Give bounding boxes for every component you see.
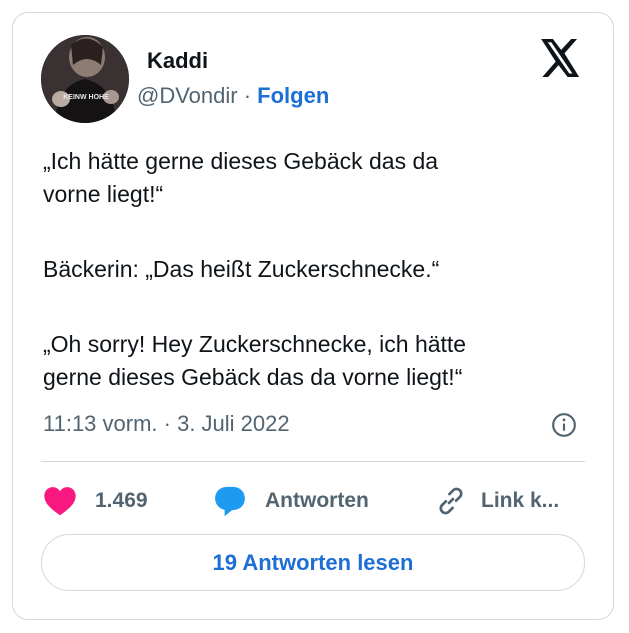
- x-logo-icon[interactable]: [541, 39, 581, 77]
- like-button[interactable]: 1.469: [43, 481, 148, 521]
- divider: [41, 461, 585, 462]
- reply-button[interactable]: Antworten: [213, 481, 369, 521]
- author-handle[interactable]: @DVondir: [137, 83, 238, 108]
- info-icon[interactable]: [551, 412, 577, 438]
- tweet-card: KEINW HOHE Kaddi @DVondir · Folgen „Ich …: [12, 12, 614, 620]
- author-handle-row: @DVondir · Folgen: [137, 83, 329, 109]
- tweet-text: „Ich hätte gerne dieses Gebäck das da vo…: [43, 145, 603, 394]
- tweet-line: vorne liegt!“: [43, 181, 164, 207]
- reply-bubble-icon: [215, 486, 245, 517]
- follow-button[interactable]: Folgen: [257, 83, 329, 108]
- copy-link-button[interactable]: Link k...: [435, 481, 559, 521]
- reply-label: Antworten: [265, 489, 369, 512]
- tweet-timestamp[interactable]: 11:13 vorm. · 3. Juli 2022: [43, 411, 290, 437]
- like-count: 1.469: [95, 489, 148, 512]
- tweet-line: gerne dieses Gebäck das da vorne liegt!“: [43, 364, 463, 390]
- tweet-line: „Ich hätte gerne dieses Gebäck das da: [43, 148, 439, 174]
- heart-icon: [44, 487, 76, 516]
- avatar-photo: KEINW HOHE: [41, 35, 129, 123]
- tweet-line: „Oh sorry! Hey Zuckerschnecke, ich hätte: [43, 331, 467, 357]
- tweet-line: Bäckerin: „Das heißt Zuckerschnecke.“: [43, 256, 440, 282]
- link-icon: [439, 487, 463, 515]
- read-replies-button[interactable]: 19 Antworten lesen: [41, 534, 585, 591]
- avatar-shirt-text: KEINW HOHE: [63, 94, 109, 101]
- handle-separator: ·: [237, 83, 258, 108]
- author-name[interactable]: Kaddi: [147, 48, 208, 74]
- avatar[interactable]: KEINW HOHE: [41, 35, 129, 123]
- link-label: Link k...: [481, 489, 560, 512]
